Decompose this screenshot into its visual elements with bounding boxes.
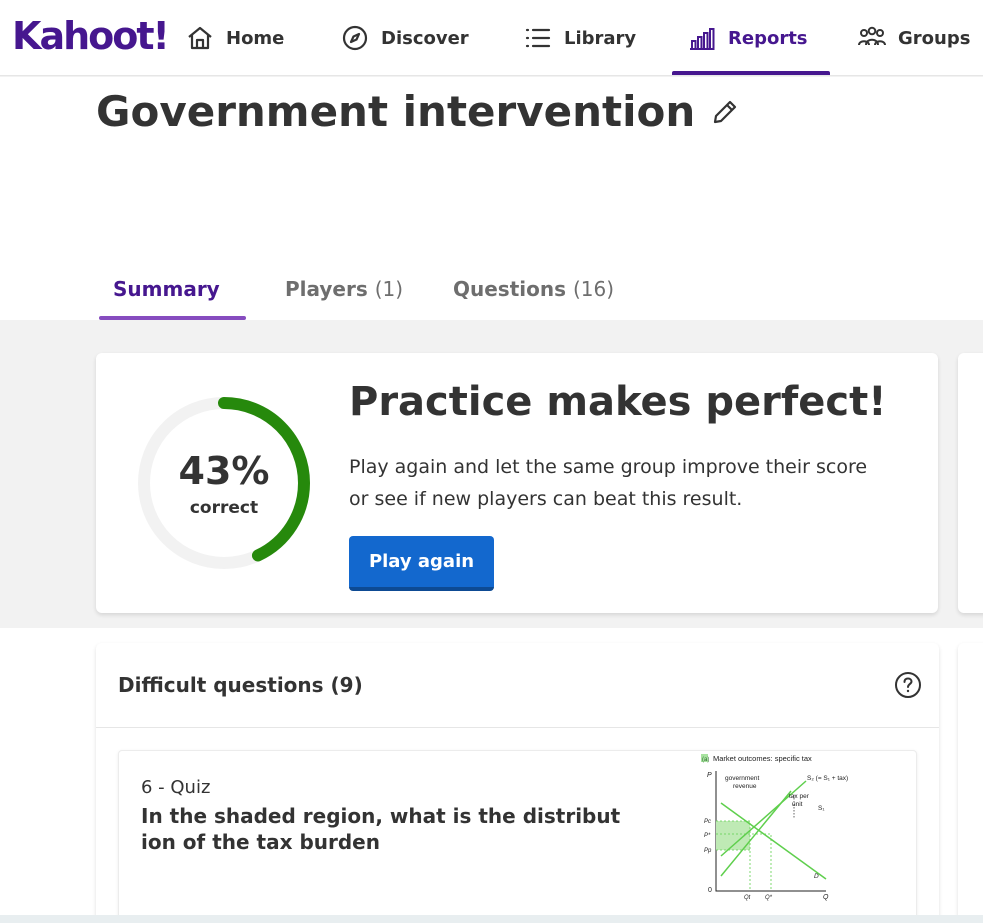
bottom-strip — [0, 915, 983, 923]
help-icon[interactable] — [893, 670, 923, 700]
diagram-p-axis: P — [707, 772, 712, 779]
list-icon — [525, 28, 551, 48]
bar-chart-icon — [690, 28, 715, 50]
diagram-q-axis: Q — [823, 894, 829, 901]
nav-library-label: Library — [564, 27, 637, 49]
nav-home-label: Home — [226, 27, 285, 49]
correct-label: correct — [189, 498, 259, 518]
summary-body: Play again and let the same group improv… — [349, 456, 868, 510]
question-image-tax-diagram: (a) Market outcomes: specific tax P Q 0 … — [701, 754, 848, 901]
tab-summary-label: Summary — [113, 277, 220, 301]
diagram-caption: Market outcomes: specific tax — [713, 754, 812, 763]
diagram-origin: 0 — [708, 887, 712, 894]
nav-discover[interactable]: Discover — [341, 0, 469, 76]
groups-icon — [858, 26, 886, 46]
tab-questions[interactable]: Questions (16) — [453, 277, 614, 301]
active-nav-indicator — [672, 71, 830, 75]
diagram-qstar: Q* — [765, 895, 773, 901]
question-text: In the shaded region, what is the distri… — [141, 804, 621, 854]
report-header: Government intervention Summary Players … — [0, 77, 983, 320]
tab-players-label: Players — [285, 277, 368, 301]
report-title: Government intervention — [96, 87, 696, 136]
diagram-tax-2: unit — [792, 801, 803, 808]
compass-icon — [342, 25, 368, 51]
diagram-tax-1: tax per — [789, 793, 810, 800]
tab-players[interactable]: Players (1) — [285, 277, 403, 301]
diagram-gov-rev-2: revenue — [733, 783, 757, 790]
difficult-questions-card: Difficult questions (9) 6 - Quiz In the … — [96, 643, 939, 923]
pencil-icon[interactable] — [711, 98, 739, 126]
summary-card: 43% correct Practice makes perfect! Play… — [96, 353, 938, 613]
nav-reports-label: Reports — [728, 27, 808, 49]
report-title-row: Government intervention — [96, 87, 739, 136]
difficult-questions-header: Difficult questions (9) — [96, 643, 939, 728]
diagram-s1: S₁ — [818, 805, 825, 812]
nav-groups[interactable]: Groups — [858, 0, 970, 76]
difficult-questions-title: Difficult questions (9) — [118, 673, 363, 697]
top-navigation: Kahoot! Home Discover Library Reports Gr… — [0, 0, 983, 76]
question-meta: 6 - Quiz — [141, 777, 211, 798]
tab-summary[interactable]: Summary — [113, 277, 220, 301]
side-card-peek-bottom — [958, 643, 983, 923]
diagram-gov-rev-1: government — [725, 775, 760, 782]
diagram-caption-tag: (a) — [702, 757, 709, 763]
nav-groups-label: Groups — [898, 27, 971, 49]
diagram-pc: Pc — [704, 819, 711, 825]
kahoot-logo[interactable]: Kahoot! — [12, 14, 170, 58]
tab-questions-label: Questions — [453, 277, 567, 301]
diagram-d: D — [814, 873, 819, 880]
nav-library[interactable]: Library — [524, 0, 636, 76]
diagram-pstar: P* — [704, 833, 711, 839]
nav-home[interactable]: Home — [186, 0, 284, 76]
difficult-question-item[interactable]: 6 - Quiz In the shaded region, what is t… — [118, 750, 917, 923]
correct-percentage: 43% — [178, 449, 270, 493]
active-tab-indicator — [99, 316, 246, 320]
diagram-pp: Pp — [704, 848, 712, 854]
diagram-qt: Qt — [744, 895, 751, 901]
tab-questions-count: (16) — [572, 277, 615, 301]
home-icon — [188, 26, 212, 50]
side-card-peek — [958, 353, 983, 613]
play-again-button[interactable]: Play again — [349, 536, 494, 591]
diagram-s2: S₂ (= S₁ + tax) — [807, 775, 848, 782]
summary-headline: Practice makes perfect! — [349, 379, 887, 425]
nav-reports[interactable]: Reports — [688, 0, 808, 76]
tab-players-count: (1) — [374, 277, 404, 301]
nav-discover-label: Discover — [381, 27, 469, 49]
